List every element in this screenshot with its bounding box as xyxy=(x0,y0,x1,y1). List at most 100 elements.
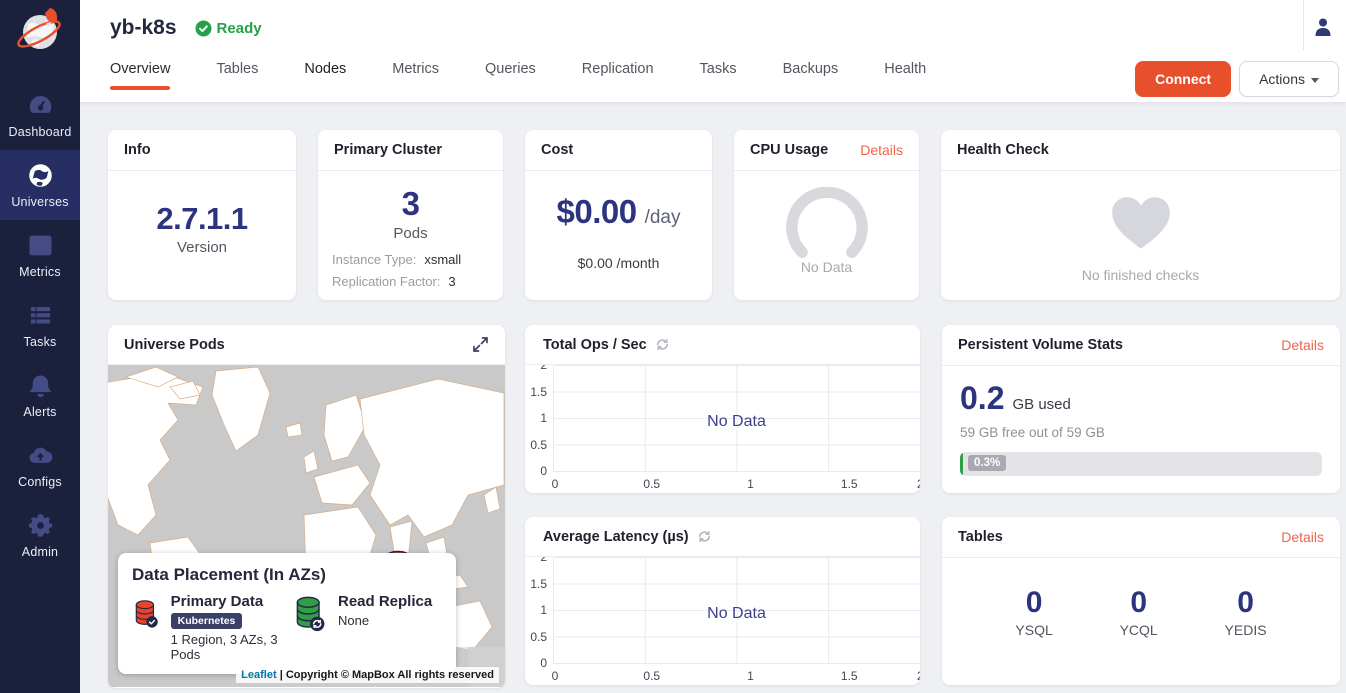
x-tick: 2 xyxy=(917,477,920,491)
yedis-label: YEDIS xyxy=(1225,622,1267,638)
mapbox-copyright: | Copyright © MapBox All rights reserved xyxy=(280,669,494,681)
sidebar-item-label: Configs xyxy=(18,475,62,489)
sidebar-item-dashboard[interactable]: Dashboard xyxy=(0,80,80,150)
tab-metrics[interactable]: Metrics xyxy=(392,53,439,90)
no-data-label: No Data xyxy=(553,605,920,623)
cpu-details-link[interactable]: Details xyxy=(860,142,903,158)
yedis-count: 0 xyxy=(1237,586,1254,620)
cost-per-day-unit: /day xyxy=(645,207,681,229)
y-tick: 0 xyxy=(525,464,547,478)
health-check-card: Health Check No finished checks xyxy=(941,130,1340,300)
x-tick: 1 xyxy=(747,477,754,491)
total-ops-chart-card: Total Ops / Sec 2 1.5 1 0.5 0 0 xyxy=(525,325,920,493)
refresh-icon[interactable] xyxy=(697,529,712,544)
card-title: Universe Pods xyxy=(124,337,225,353)
metrics-chart-icon xyxy=(27,232,54,259)
tab-overview[interactable]: Overview xyxy=(110,53,170,90)
card-title: CPU Usage xyxy=(750,142,828,158)
pods-count: 3 xyxy=(402,185,420,223)
status-badge: Ready xyxy=(195,20,262,37)
pv-details-link[interactable]: Details xyxy=(1281,337,1324,353)
kv-value: xsmall xyxy=(424,252,461,267)
pv-usage-bar: 0.3% xyxy=(960,452,1322,476)
sidebar-item-label: Universes xyxy=(11,195,68,209)
sidebar-item-label: Tasks xyxy=(24,335,57,349)
tab-backups[interactable]: Backups xyxy=(783,53,839,90)
universe-pods-card: Universe Pods xyxy=(108,325,505,688)
x-tick: 1.5 xyxy=(841,477,858,491)
heart-icon xyxy=(1108,193,1174,253)
ycql-label: YCQL xyxy=(1120,622,1158,638)
tab-health[interactable]: Health xyxy=(884,53,926,90)
sidebar-item-alerts[interactable]: Alerts xyxy=(0,360,80,430)
yugabyte-logo[interactable] xyxy=(0,0,80,80)
sidebar-item-label: Metrics xyxy=(19,265,61,279)
kubernetes-badge: Kubernetes xyxy=(171,613,243,629)
header-divider xyxy=(1303,0,1304,50)
actions-label: Actions xyxy=(1259,71,1305,87)
sidebar-item-admin[interactable]: Admin xyxy=(0,500,80,570)
x-tick: 0.5 xyxy=(643,669,660,683)
chart-title: Total Ops / Sec xyxy=(543,337,647,353)
read-replica-db-icon xyxy=(292,593,328,635)
persistent-volume-card: Persistent Volume Stats Details 0.2 GB u… xyxy=(942,325,1340,493)
tab-nodes[interactable]: Nodes xyxy=(304,53,346,90)
x-tick: 0.5 xyxy=(643,477,660,491)
ready-check-icon xyxy=(195,20,212,37)
universe-name: yb-k8s xyxy=(110,16,177,40)
refresh-icon[interactable] xyxy=(655,337,670,352)
ysql-stat: 0 YSQL xyxy=(1015,586,1052,638)
cost-card: Cost $0.00 /day $0.00 /month xyxy=(525,130,712,300)
y-tick: 2 xyxy=(525,557,547,564)
overview-content: Info 2.7.1.1 Version Primary Cluster 3 P… xyxy=(80,103,1346,688)
cpu-usage-card: CPU Usage Details No Data xyxy=(734,130,919,300)
ycql-stat: 0 YCQL xyxy=(1120,586,1158,638)
y-tick: 1.5 xyxy=(525,577,547,591)
user-profile-icon[interactable] xyxy=(1312,16,1334,43)
y-tick: 1 xyxy=(525,411,547,425)
alerts-bell-icon xyxy=(27,372,54,399)
configs-cloud-icon xyxy=(27,442,54,469)
sidebar-item-configs[interactable]: Configs xyxy=(0,430,80,500)
legend-title: Data Placement (In AZs) xyxy=(132,565,442,585)
yedis-stat: 0 YEDIS xyxy=(1225,586,1267,638)
chart-plot-area: 2 1.5 1 0.5 0 0 0.5 1 1.5 2 No Data xyxy=(525,557,920,684)
admin-gear-icon xyxy=(27,512,54,539)
tab-replication[interactable]: Replication xyxy=(582,53,654,90)
world-map[interactable]: Data Placement (In AZs) xyxy=(108,365,505,687)
sidebar-item-metrics[interactable]: Metrics xyxy=(0,220,80,290)
version-label: Version xyxy=(177,239,227,256)
x-tick: 2 xyxy=(917,669,920,683)
expand-icon[interactable] xyxy=(472,336,489,353)
y-tick: 1.5 xyxy=(525,385,547,399)
main-area: yb-k8s Ready Overview Tables Nodes Metri… xyxy=(80,0,1346,693)
primary-cluster-card: Primary Cluster 3 Pods Instance Type: xs… xyxy=(318,130,503,300)
actions-dropdown-button[interactable]: Actions xyxy=(1239,61,1339,97)
primary-data-legend: Primary Data Kubernetes 1 Region, 3 AZs,… xyxy=(132,593,282,662)
card-title: Health Check xyxy=(957,142,1049,158)
leaflet-link[interactable]: Leaflet xyxy=(241,669,276,681)
card-title: Info xyxy=(124,142,151,158)
tab-queries[interactable]: Queries xyxy=(485,53,536,90)
cost-per-month: $0.00 /month xyxy=(578,255,660,271)
tab-tasks[interactable]: Tasks xyxy=(700,53,737,90)
ysql-label: YSQL xyxy=(1015,622,1052,638)
connect-button[interactable]: Connect xyxy=(1135,61,1231,97)
sidebar-item-tasks[interactable]: Tasks xyxy=(0,290,80,360)
universes-globe-icon xyxy=(27,162,54,189)
card-title: Cost xyxy=(541,142,573,158)
tables-details-link[interactable]: Details xyxy=(1281,529,1324,545)
sidebar-item-universes[interactable]: Universes xyxy=(0,150,80,220)
x-tick: 0 xyxy=(552,669,559,683)
primary-data-desc: 1 Region, 3 AZs, 3 Pods xyxy=(171,632,282,662)
map-attribution: Leaflet | Copyright © MapBox All rights … xyxy=(236,667,499,683)
tab-tables[interactable]: Tables xyxy=(216,53,258,90)
sidebar-item-label: Admin xyxy=(22,545,58,559)
ycql-count: 0 xyxy=(1130,586,1147,620)
pv-usage-fill xyxy=(960,452,963,476)
read-replica-desc: None xyxy=(338,613,432,628)
x-tick: 1.5 xyxy=(841,669,858,683)
y-tick: 0 xyxy=(525,656,547,670)
dashboard-gauge-icon xyxy=(27,92,54,119)
tasks-list-icon xyxy=(27,302,54,329)
